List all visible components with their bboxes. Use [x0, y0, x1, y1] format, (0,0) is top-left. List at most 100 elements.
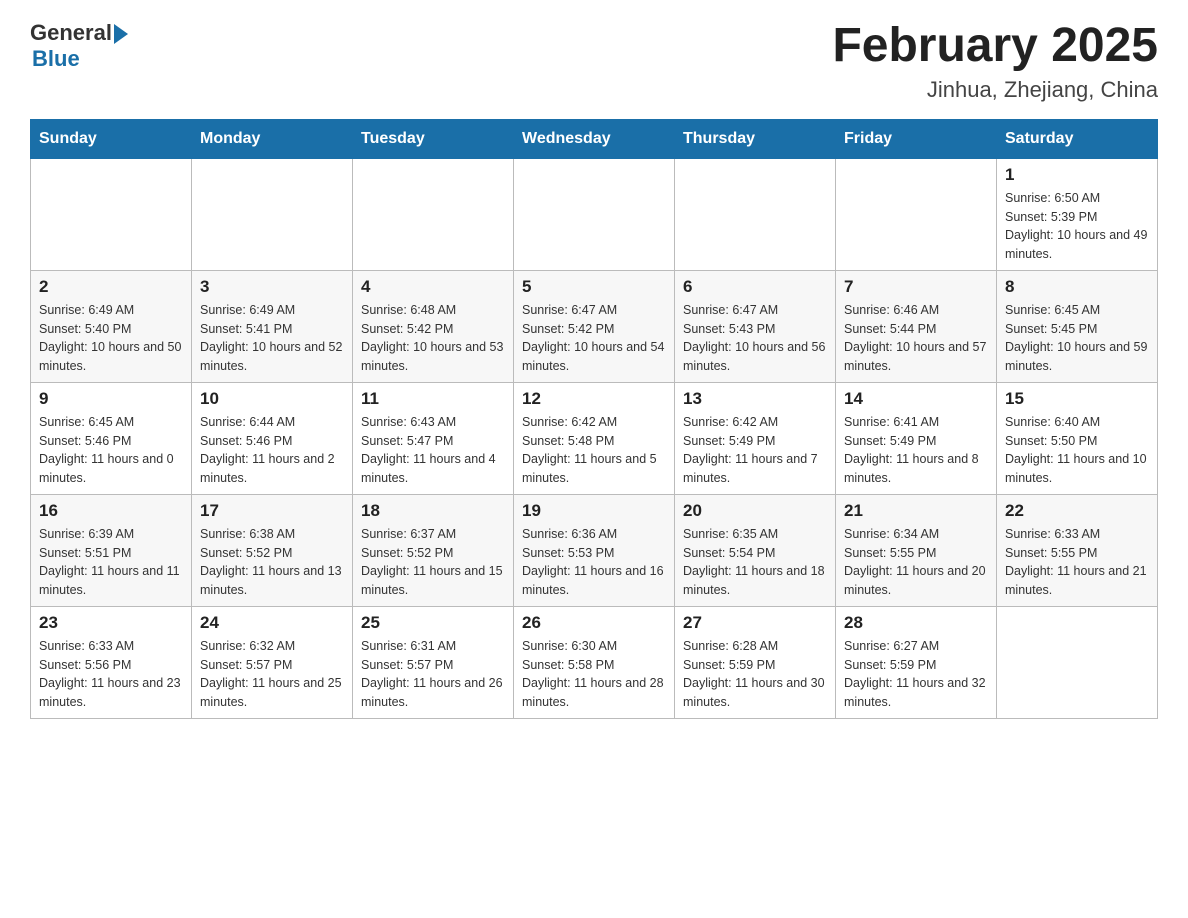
day-info: Sunrise: 6:50 AMSunset: 5:39 PMDaylight:…	[1005, 189, 1149, 264]
table-row: 9 Sunrise: 6:45 AMSunset: 5:46 PMDaylight…	[31, 382, 192, 494]
table-row: 16 Sunrise: 6:39 AMSunset: 5:51 PMDayligh…	[31, 494, 192, 606]
day-info: Sunrise: 6:39 AMSunset: 5:51 PMDaylight:…	[39, 525, 183, 600]
day-number: 19	[522, 501, 666, 521]
day-number: 24	[200, 613, 344, 633]
table-row: 17 Sunrise: 6:38 AMSunset: 5:52 PMDayligh…	[192, 494, 353, 606]
day-number: 23	[39, 613, 183, 633]
table-row: 27 Sunrise: 6:28 AMSunset: 5:59 PMDayligh…	[675, 606, 836, 718]
table-row	[353, 158, 514, 270]
table-row: 20 Sunrise: 6:35 AMSunset: 5:54 PMDayligh…	[675, 494, 836, 606]
day-info: Sunrise: 6:40 AMSunset: 5:50 PMDaylight:…	[1005, 413, 1149, 488]
day-number: 3	[200, 277, 344, 297]
header-tuesday: Tuesday	[353, 119, 514, 158]
day-info: Sunrise: 6:47 AMSunset: 5:43 PMDaylight:…	[683, 301, 827, 376]
day-number: 10	[200, 389, 344, 409]
title-section: February 2025 Jinhua, Zhejiang, China	[832, 20, 1158, 103]
logo-arrow-icon	[114, 24, 128, 44]
table-row: 3 Sunrise: 6:49 AMSunset: 5:41 PMDaylight…	[192, 270, 353, 382]
day-number: 18	[361, 501, 505, 521]
header-thursday: Thursday	[675, 119, 836, 158]
day-number: 15	[1005, 389, 1149, 409]
day-info: Sunrise: 6:49 AMSunset: 5:40 PMDaylight:…	[39, 301, 183, 376]
day-number: 20	[683, 501, 827, 521]
day-info: Sunrise: 6:32 AMSunset: 5:57 PMDaylight:…	[200, 637, 344, 712]
day-info: Sunrise: 6:30 AMSunset: 5:58 PMDaylight:…	[522, 637, 666, 712]
day-number: 1	[1005, 165, 1149, 185]
day-info: Sunrise: 6:43 AMSunset: 5:47 PMDaylight:…	[361, 413, 505, 488]
day-number: 14	[844, 389, 988, 409]
table-row	[192, 158, 353, 270]
table-row: 4 Sunrise: 6:48 AMSunset: 5:42 PMDaylight…	[353, 270, 514, 382]
day-info: Sunrise: 6:27 AMSunset: 5:59 PMDaylight:…	[844, 637, 988, 712]
day-number: 16	[39, 501, 183, 521]
table-row: 23Sunrise: 6:33 AMSunset: 5:56 PMDayligh…	[31, 606, 192, 718]
day-info: Sunrise: 6:45 AMSunset: 5:46 PMDaylight:…	[39, 413, 183, 488]
header-sunday: Sunday	[31, 119, 192, 158]
table-row: 7 Sunrise: 6:46 AMSunset: 5:44 PMDaylight…	[836, 270, 997, 382]
table-row: 14 Sunrise: 6:41 AMSunset: 5:49 PMDayligh…	[836, 382, 997, 494]
calendar-week-row: 23Sunrise: 6:33 AMSunset: 5:56 PMDayligh…	[31, 606, 1158, 718]
day-number: 22	[1005, 501, 1149, 521]
header-wednesday: Wednesday	[514, 119, 675, 158]
table-row: 25Sunrise: 6:31 AMSunset: 5:57 PMDayligh…	[353, 606, 514, 718]
table-row: 28 Sunrise: 6:27 AMSunset: 5:59 PMDayligh…	[836, 606, 997, 718]
day-number: 2	[39, 277, 183, 297]
table-row: 11 Sunrise: 6:43 AMSunset: 5:47 PMDayligh…	[353, 382, 514, 494]
table-row: 12Sunrise: 6:42 AMSunset: 5:48 PMDayligh…	[514, 382, 675, 494]
table-row: 19 Sunrise: 6:36 AMSunset: 5:53 PMDayligh…	[514, 494, 675, 606]
table-row: 21 Sunrise: 6:34 AMSunset: 5:55 PMDayligh…	[836, 494, 997, 606]
day-info: Sunrise: 6:49 AMSunset: 5:41 PMDaylight:…	[200, 301, 344, 376]
day-number: 27	[683, 613, 827, 633]
table-row: 8 Sunrise: 6:45 AMSunset: 5:45 PMDaylight…	[997, 270, 1158, 382]
table-row: 13 Sunrise: 6:42 AMSunset: 5:49 PMDayligh…	[675, 382, 836, 494]
table-row: 22 Sunrise: 6:33 AMSunset: 5:55 PMDayligh…	[997, 494, 1158, 606]
day-number: 7	[844, 277, 988, 297]
header-saturday: Saturday	[997, 119, 1158, 158]
day-info: Sunrise: 6:42 AMSunset: 5:49 PMDaylight:…	[683, 413, 827, 488]
day-info: Sunrise: 6:41 AMSunset: 5:49 PMDaylight:…	[844, 413, 988, 488]
day-info: Sunrise: 6:38 AMSunset: 5:52 PMDaylight:…	[200, 525, 344, 600]
day-info: Sunrise: 6:37 AMSunset: 5:52 PMDaylight:…	[361, 525, 505, 600]
day-number: 17	[200, 501, 344, 521]
day-number: 6	[683, 277, 827, 297]
calendar-table: Sunday Monday Tuesday Wednesday Thursday…	[30, 119, 1158, 719]
day-info: Sunrise: 6:46 AMSunset: 5:44 PMDaylight:…	[844, 301, 988, 376]
table-row: 18 Sunrise: 6:37 AMSunset: 5:52 PMDayligh…	[353, 494, 514, 606]
day-info: Sunrise: 6:36 AMSunset: 5:53 PMDaylight:…	[522, 525, 666, 600]
day-number: 5	[522, 277, 666, 297]
table-row	[31, 158, 192, 270]
calendar-week-row: 9 Sunrise: 6:45 AMSunset: 5:46 PMDaylight…	[31, 382, 1158, 494]
day-info: Sunrise: 6:42 AMSunset: 5:48 PMDaylight:…	[522, 413, 666, 488]
table-row	[836, 158, 997, 270]
day-info: Sunrise: 6:44 AMSunset: 5:46 PMDaylight:…	[200, 413, 344, 488]
table-row: 10 Sunrise: 6:44 AMSunset: 5:46 PMDayligh…	[192, 382, 353, 494]
header-friday: Friday	[836, 119, 997, 158]
day-info: Sunrise: 6:28 AMSunset: 5:59 PMDaylight:…	[683, 637, 827, 712]
day-info: Sunrise: 6:45 AMSunset: 5:45 PMDaylight:…	[1005, 301, 1149, 376]
table-row: 1 Sunrise: 6:50 AMSunset: 5:39 PMDaylight…	[997, 158, 1158, 270]
day-info: Sunrise: 6:35 AMSunset: 5:54 PMDaylight:…	[683, 525, 827, 600]
calendar-week-row: 16 Sunrise: 6:39 AMSunset: 5:51 PMDayligh…	[31, 494, 1158, 606]
logo-blue-text: Blue	[32, 46, 80, 72]
day-info: Sunrise: 6:34 AMSunset: 5:55 PMDaylight:…	[844, 525, 988, 600]
day-info: Sunrise: 6:48 AMSunset: 5:42 PMDaylight:…	[361, 301, 505, 376]
day-number: 9	[39, 389, 183, 409]
day-number: 13	[683, 389, 827, 409]
day-number: 28	[844, 613, 988, 633]
table-row: 24 Sunrise: 6:32 AMSunset: 5:57 PMDayligh…	[192, 606, 353, 718]
table-row: 15 Sunrise: 6:40 AMSunset: 5:50 PMDayligh…	[997, 382, 1158, 494]
calendar-week-row: 1 Sunrise: 6:50 AMSunset: 5:39 PMDaylight…	[31, 158, 1158, 270]
table-row	[514, 158, 675, 270]
day-number: 21	[844, 501, 988, 521]
day-info: Sunrise: 6:33 AMSunset: 5:55 PMDaylight:…	[1005, 525, 1149, 600]
day-number: 11	[361, 389, 505, 409]
day-info: Sunrise: 6:47 AMSunset: 5:42 PMDaylight:…	[522, 301, 666, 376]
day-number: 25	[361, 613, 505, 633]
logo: General Blue	[30, 20, 128, 72]
day-number: 8	[1005, 277, 1149, 297]
calendar-week-row: 2 Sunrise: 6:49 AMSunset: 5:40 PMDaylight…	[31, 270, 1158, 382]
day-number: 4	[361, 277, 505, 297]
table-row: 5 Sunrise: 6:47 AMSunset: 5:42 PMDaylight…	[514, 270, 675, 382]
header-monday: Monday	[192, 119, 353, 158]
header: General Blue February 2025 Jinhua, Zheji…	[30, 20, 1158, 103]
